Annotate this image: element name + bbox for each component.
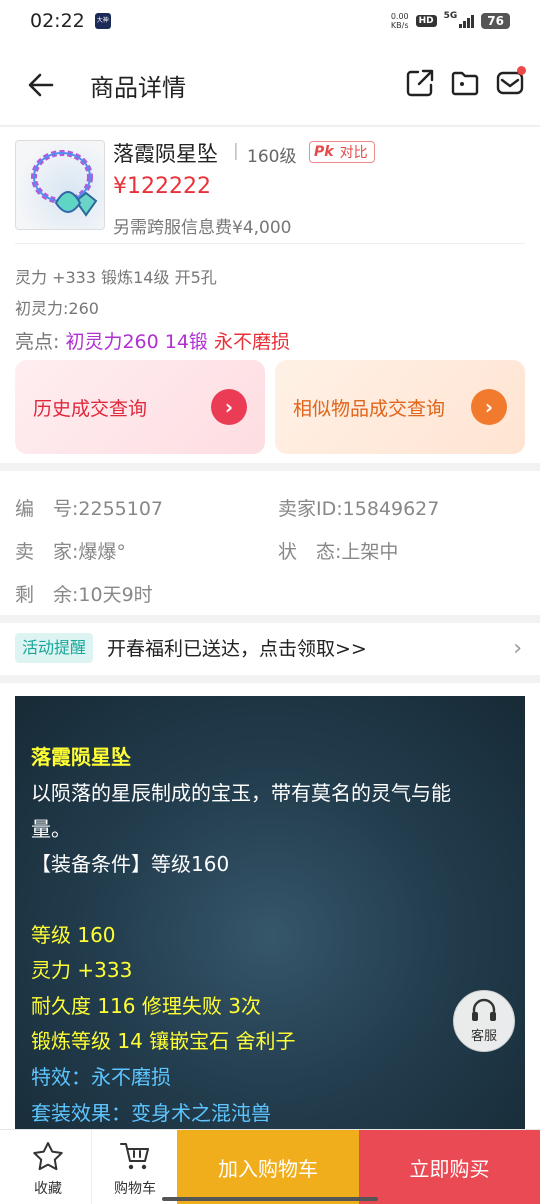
seller-id: 卖家ID:15849627 bbox=[278, 494, 439, 521]
page-title: 商品详情 bbox=[90, 74, 186, 102]
remaining-value: 10天9时 bbox=[78, 584, 153, 606]
app-notification-icon: 大神 bbox=[94, 13, 111, 29]
item-attributes: 灵力 +333 锻炼14级 开5孔 bbox=[15, 268, 217, 287]
folder-icon[interactable] bbox=[450, 68, 480, 98]
serial-value: 2255107 bbox=[78, 498, 164, 520]
desc-flavor-1: 以陨落的星辰制成的宝玉，带有莫名的灵气与能 bbox=[31, 781, 451, 805]
customer-service-label: 客服 bbox=[470, 1029, 497, 1044]
customer-service-button[interactable]: 客服 bbox=[453, 990, 515, 1052]
item-name: 落霞陨星坠 bbox=[113, 142, 218, 166]
history-deals-label: 历史成交查询 bbox=[33, 397, 148, 420]
desc-power: 灵力 +333 bbox=[31, 958, 133, 982]
seller-label: 卖 家: bbox=[15, 541, 79, 563]
compare-button[interactable]: Pk 对比 bbox=[309, 141, 375, 163]
desc-set: 套装效果：变身术之混沌兽 bbox=[31, 1101, 271, 1125]
pk-icon: Pk bbox=[314, 144, 334, 160]
favorite-label: 收藏 bbox=[34, 1181, 62, 1197]
seller-value[interactable]: 爆爆° bbox=[78, 541, 126, 563]
cart-label: 购物车 bbox=[114, 1181, 156, 1197]
status-time: 02:22 bbox=[30, 10, 85, 32]
status-value: 上架中 bbox=[341, 541, 399, 563]
cart-icon bbox=[120, 1143, 149, 1170]
share-icon[interactable] bbox=[405, 68, 435, 98]
chevron-right-icon: › bbox=[211, 389, 247, 425]
similar-deals-label: 相似物品成交查询 bbox=[293, 397, 446, 420]
network-type: 5G bbox=[443, 11, 458, 21]
history-deals-button[interactable]: 历史成交查询 › bbox=[15, 360, 265, 454]
title-separator: | bbox=[233, 141, 239, 161]
status-label: 状 态: bbox=[278, 541, 342, 563]
listing-info: 编 号:2255107 卖家ID:15849627 卖 家:爆爆° 状 态:上架… bbox=[0, 471, 540, 615]
home-indicator[interactable] bbox=[162, 1197, 378, 1201]
desc-refine: 锻炼等级 14 镶嵌宝石 舍利子 bbox=[31, 1029, 296, 1053]
divider bbox=[15, 243, 525, 244]
seller-id-label: 卖家ID: bbox=[278, 498, 343, 520]
desc-flavor-2: 量。 bbox=[31, 817, 71, 841]
item-price: ¥122222 bbox=[113, 174, 211, 199]
item-description-section: 落霞陨星坠 以陨落的星辰制成的宝玉，带有莫名的灵气与能 量。 【装备条件】等级1… bbox=[0, 683, 540, 1133]
desc-name: 落霞陨星坠 bbox=[31, 745, 131, 769]
remaining-time: 剩 余:10天9时 bbox=[15, 580, 153, 607]
back-arrow-icon[interactable] bbox=[24, 68, 58, 102]
necklace-icon bbox=[31, 150, 98, 217]
buy-now-button[interactable]: 立即购买 bbox=[359, 1130, 540, 1204]
desc-effect: 特效：永不磨损 bbox=[31, 1065, 171, 1089]
highlights-label: 亮点: bbox=[15, 331, 60, 353]
signal-icon bbox=[459, 14, 475, 28]
star-icon bbox=[33, 1142, 63, 1171]
headset-icon bbox=[472, 998, 496, 1021]
network-speed-value: 0.00 bbox=[390, 12, 409, 21]
unread-dot bbox=[517, 66, 526, 75]
battery-icon: 76 bbox=[481, 13, 510, 29]
serial-label: 编 号: bbox=[15, 498, 79, 520]
seller-id-value: 15849627 bbox=[342, 498, 440, 520]
notice-text: 开春福利已送达，点击领取>> bbox=[107, 638, 367, 660]
hd-icon: HD bbox=[415, 15, 437, 27]
item-image[interactable] bbox=[15, 140, 105, 230]
seller: 卖 家:爆爆° bbox=[15, 537, 126, 564]
item-card: 落霞陨星坠 | 160级 Pk 对比 ¥122222 另需跨服信息费¥4,000… bbox=[0, 127, 540, 463]
add-to-cart-button[interactable]: 加入购物车 bbox=[177, 1130, 359, 1204]
desc-durability: 耐久度 116 修理失败 3次 bbox=[31, 994, 261, 1018]
highlights: 亮点: 初灵力260 14锻 永不磨损 bbox=[15, 327, 290, 354]
network-speed: 0.00 KB/s bbox=[391, 12, 409, 30]
page-header: 商品详情 bbox=[0, 42, 540, 126]
highlights-value: 初灵力260 14锻 bbox=[65, 331, 208, 353]
bottom-action-bar: 收藏 购物车 加入购物车 立即购买 bbox=[0, 1129, 540, 1204]
item-description: 落霞陨星坠 以陨落的星辰制成的宝玉，带有莫名的灵气与能 量。 【装备条件】等级1… bbox=[15, 696, 525, 1133]
chevron-right-icon: › bbox=[471, 389, 507, 425]
cart-button[interactable]: 购物车 bbox=[91, 1130, 179, 1204]
chevron-right-icon: › bbox=[513, 636, 522, 661]
serial-number: 编 号:2255107 bbox=[15, 494, 163, 521]
similar-deals-button[interactable]: 相似物品成交查询 › bbox=[275, 360, 525, 454]
favorite-button[interactable]: 收藏 bbox=[4, 1130, 92, 1204]
compare-label: 对比 bbox=[339, 145, 368, 161]
desc-requirement: 【装备条件】等级160 bbox=[31, 852, 230, 876]
cross-server-fee: 另需跨服信息费¥4,000 bbox=[113, 218, 292, 238]
activity-notice[interactable]: 活动提醒 开春福利已送达，点击领取>> › bbox=[0, 623, 540, 675]
remaining-label: 剩 余: bbox=[15, 584, 79, 606]
notice-tag: 活动提醒 bbox=[15, 633, 94, 663]
status-indicators: 0.00 KB/s HD 5G 76 bbox=[391, 11, 510, 30]
status-bar: 02:22 大神 0.00 KB/s HD 5G 76 bbox=[0, 0, 540, 42]
item-initial-power: 初灵力:260 bbox=[15, 299, 99, 318]
listing-status: 状 态:上架中 bbox=[278, 537, 398, 564]
highlights-no-wear: 永不磨损 bbox=[213, 331, 290, 353]
network-speed-unit: KB/s bbox=[390, 21, 409, 30]
desc-level: 等级 160 bbox=[31, 923, 116, 947]
item-level: 160级 bbox=[247, 147, 297, 167]
